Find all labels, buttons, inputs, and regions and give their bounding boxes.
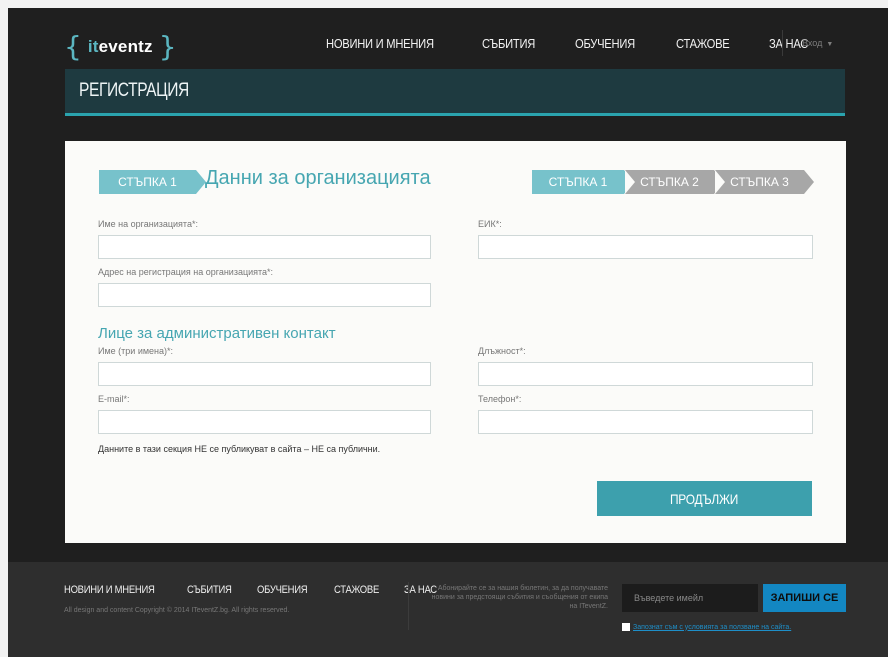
footer-nav-news[interactable]: НОВИНИ И МНЕНИЯ	[64, 584, 155, 596]
logo-brace-close: }	[158, 30, 177, 63]
page-title: РЕГИСТРАЦИЯ	[79, 80, 189, 101]
nav-item-news[interactable]: НОВИНИ И МНЕНИЯ	[326, 36, 434, 51]
registration-card: СТЪПКА 1 Данни за организацията СТЪПКА 1…	[65, 141, 846, 543]
org-name-label: Име на организацията*:	[98, 219, 198, 229]
nav-item-internships[interactable]: СТАЖОВЕ	[676, 36, 730, 51]
footer-nav-internships[interactable]: СТАЖОВЕ	[334, 584, 379, 596]
email-input[interactable]	[98, 410, 431, 434]
app-window: { iteventz } НОВИНИ И МНЕНИЯ СЪБИТИЯ ОБУ…	[8, 8, 888, 657]
org-address-label: Адрес на регистрация на организацията*:	[98, 267, 274, 277]
phone-input[interactable]	[478, 410, 813, 434]
continue-button[interactable]: ПРОДЪЛЖИ	[597, 481, 812, 516]
chevron-down-icon: ▼	[826, 41, 834, 48]
terms-checkbox[interactable]	[622, 623, 630, 631]
nav-item-trainings[interactable]: ОБУЧЕНИЯ	[575, 36, 635, 51]
copyright-text: All design and content Copyright © 2014 …	[64, 607, 290, 614]
privacy-note: Данните в тази секция НЕ се публикуват в…	[98, 444, 381, 454]
progress-step-1: СТЪПКА 1	[532, 170, 634, 194]
subscribe-button[interactable]: ЗАПИШИ СЕ	[763, 584, 846, 612]
current-step-tag: СТЪПКА 1	[99, 170, 206, 194]
progress-step-2: СТЪПКА 2	[625, 170, 724, 194]
login-label: Вход	[802, 38, 823, 48]
eik-input[interactable]	[478, 235, 813, 259]
page-title-bar: РЕГИСТРАЦИЯ	[65, 69, 845, 116]
contact-name-label: Име (три имена)*:	[98, 346, 174, 356]
site-logo[interactable]: { iteventz }	[64, 30, 177, 64]
footer-divider	[408, 582, 409, 630]
terms-link[interactable]: Запознат съм с условията за ползване на …	[633, 624, 791, 631]
logo-text-rest: eventz	[98, 37, 153, 56]
newsletter-email-input[interactable]	[622, 584, 758, 612]
logo-brace-open: {	[64, 30, 82, 63]
org-name-input[interactable]	[98, 235, 431, 259]
continue-button-label: ПРОДЪЛЖИ	[670, 490, 739, 507]
nav-item-events[interactable]: СЪБИТИЯ	[482, 36, 535, 51]
org-address-input[interactable]	[98, 283, 431, 307]
footer-nav-trainings[interactable]: ОБУЧЕНИЯ	[257, 584, 308, 596]
nav-divider	[782, 30, 783, 56]
footer-nav-events[interactable]: СЪБИТИЯ	[187, 584, 232, 596]
main-nav: НОВИНИ И МНЕНИЯ СЪБИТИЯ ОБУЧЕНИЯ СТАЖОВЕ…	[326, 36, 845, 51]
progress-step-3: СТЪПКА 3	[715, 170, 814, 194]
phone-label: Телефон*:	[478, 394, 522, 404]
position-label: Длъжност*:	[478, 346, 526, 356]
eik-label: ЕИК*:	[478, 219, 502, 229]
logo-text: iteventz	[88, 37, 153, 57]
email-label: E-mail*:	[98, 394, 130, 404]
footer-nav: НОВИНИ И МНЕНИЯ СЪБИТИЯ ОБУЧЕНИЯ СТАЖОВЕ…	[64, 584, 460, 596]
position-input[interactable]	[478, 362, 813, 386]
login-dropdown[interactable]: Вход ▼	[802, 38, 833, 48]
contact-section-title: Лице за административен контакт	[98, 325, 336, 342]
section-title: Данни за организацията	[205, 167, 431, 189]
terms-agreement: Запознат съм с условията за ползване на …	[622, 623, 791, 631]
newsletter-description: Абонирайте се за нашия бюлетин, за да по…	[431, 585, 608, 610]
logo-text-it: it	[87, 37, 99, 56]
footer: НОВИНИ И МНЕНИЯ СЪБИТИЯ ОБУЧЕНИЯ СТАЖОВЕ…	[8, 562, 888, 657]
contact-name-input[interactable]	[98, 362, 431, 386]
